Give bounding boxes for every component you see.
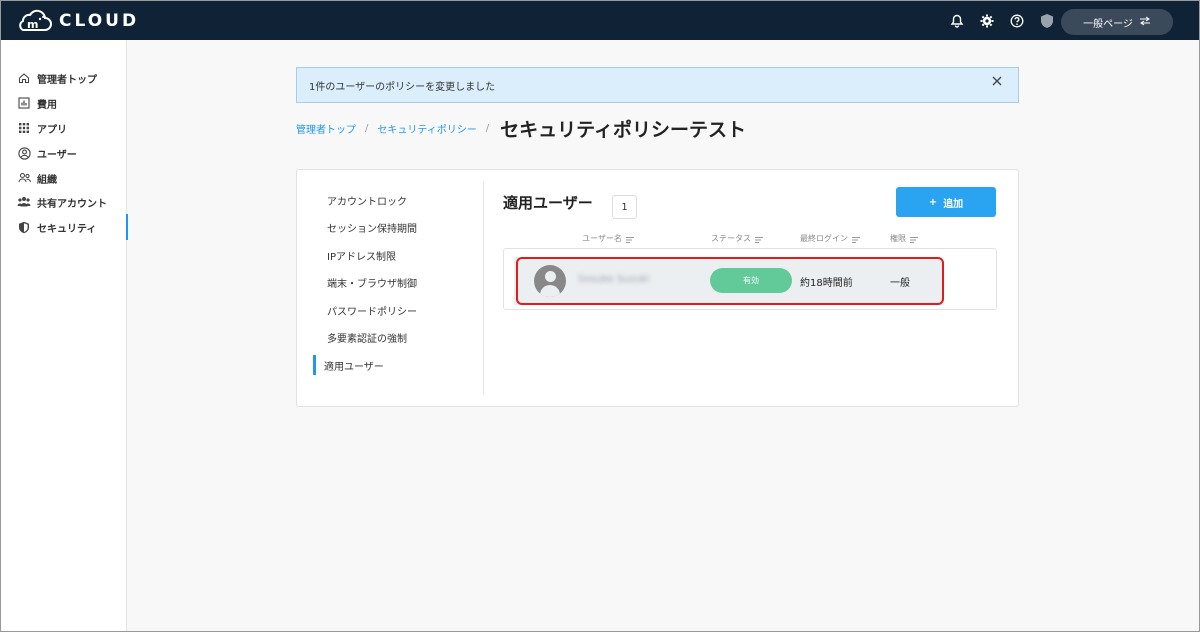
general-page-label: 一般ページ <box>1083 18 1133 30</box>
alert-message: 1件のユーザーのポリシーを変更しました <box>309 81 496 93</box>
shield-status-icon[interactable] <box>1038 12 1056 30</box>
column-header-status[interactable]: ステータス <box>711 233 763 244</box>
breadcrumb-security-policy-link[interactable]: セキュリティポリシー <box>377 121 476 136</box>
cloud-logo-icon: m <box>15 9 53 33</box>
add-button[interactable]: + 追加 <box>896 187 996 217</box>
sort-icon <box>755 236 763 243</box>
breadcrumb-admin-top-link[interactable]: 管理者トップ <box>296 121 356 136</box>
user-circle-icon <box>17 146 31 160</box>
breadcrumb-separator: / <box>485 122 490 134</box>
bell-icon[interactable] <box>948 12 966 30</box>
submenu-item-device-browser[interactable]: 端末・ブラウザ制御 <box>313 272 483 292</box>
sidebar-item-security[interactable]: セキュリティ <box>1 214 128 240</box>
gear-icon[interactable] <box>978 12 996 30</box>
sidebar-item-organization[interactable]: 組織 <box>1 167 127 189</box>
section-title: 適用ユーザー <box>503 194 593 212</box>
grid-icon <box>17 121 31 135</box>
sort-icon <box>852 236 860 243</box>
page-title: セキュリティポリシーテスト <box>500 118 747 141</box>
sidebar-item-apps[interactable]: アプリ <box>1 117 127 139</box>
home-icon <box>17 71 31 85</box>
svg-text:m: m <box>27 18 38 31</box>
app-logo[interactable]: m CLOUD <box>15 9 139 33</box>
plus-icon: + <box>928 196 938 208</box>
sidebar-item-users[interactable]: ユーザー <box>1 142 127 164</box>
sidebar-item-label: 管理者トップ <box>37 74 97 86</box>
success-alert: 1件のユーザーのポリシーを変更しました <box>296 67 1019 103</box>
sort-icon <box>910 236 918 243</box>
breadcrumb-separator: / <box>365 122 369 134</box>
logo-text: CLOUD <box>59 11 140 31</box>
count-badge: 1 <box>612 195 637 219</box>
submenu-item-password-policy[interactable]: パスワードポリシー <box>313 300 483 320</box>
sidebar-item-label: 組織 <box>37 174 57 186</box>
shield-icon <box>17 220 31 234</box>
group-icon <box>17 171 31 185</box>
policy-card: アカウントロック セッション保持期間 IPアドレス制限 端末・ブラウザ制御 パス… <box>296 169 1019 407</box>
sidebar: 管理者トップ 費用 アプリ ユーザー 組織 共有アカウント セキュリティ <box>1 40 128 631</box>
shared-users-icon <box>17 195 31 209</box>
submenu-item-account-lock[interactable]: アカウントロック <box>313 190 483 210</box>
submenu-item-mfa[interactable]: 多要素認証の強制 <box>313 327 483 347</box>
sidebar-item-label: 費用 <box>37 99 57 111</box>
add-button-label: 追加 <box>943 198 964 210</box>
column-header-username[interactable]: ユーザー名 <box>582 233 634 244</box>
sidebar-item-cost[interactable]: 費用 <box>1 92 127 114</box>
column-header-role[interactable]: 権限 <box>890 233 918 244</box>
highlight-annotation <box>516 257 944 305</box>
users-table: Sosuke Suzuki 有効 約18時間前 一般 <box>503 248 997 310</box>
sidebar-item-label: 共有アカウント <box>37 198 107 210</box>
submenu-item-session-period[interactable]: セッション保持期間 <box>313 217 483 237</box>
submenu-item-applied-users[interactable]: 適用ユーザー <box>313 355 483 375</box>
sort-icon <box>625 236 634 243</box>
chart-icon <box>17 96 31 110</box>
column-header-last-login[interactable]: 最終ログイン <box>800 233 860 244</box>
submenu-item-ip-restriction[interactable]: IPアドレス制限 <box>313 245 483 265</box>
general-page-button[interactable]: 一般ページ <box>1061 9 1173 35</box>
divider <box>483 182 484 394</box>
sidebar-item-shared-accounts[interactable]: 共有アカウント <box>1 191 127 213</box>
sidebar-item-admin-top[interactable]: 管理者トップ <box>1 67 127 89</box>
breadcrumb: 管理者トップ / セキュリティポリシー / セキュリティポリシーテスト <box>296 115 746 141</box>
sidebar-item-label: セキュリティ <box>37 223 97 235</box>
top-header: m CLOUD 一般ページ <box>1 1 1199 40</box>
sidebar-item-label: ユーザー <box>37 149 77 161</box>
sidebar-item-label: アプリ <box>37 124 67 136</box>
help-icon[interactable] <box>1008 12 1026 30</box>
close-icon[interactable] <box>992 74 1006 88</box>
swap-arrows-icon <box>1139 16 1151 29</box>
